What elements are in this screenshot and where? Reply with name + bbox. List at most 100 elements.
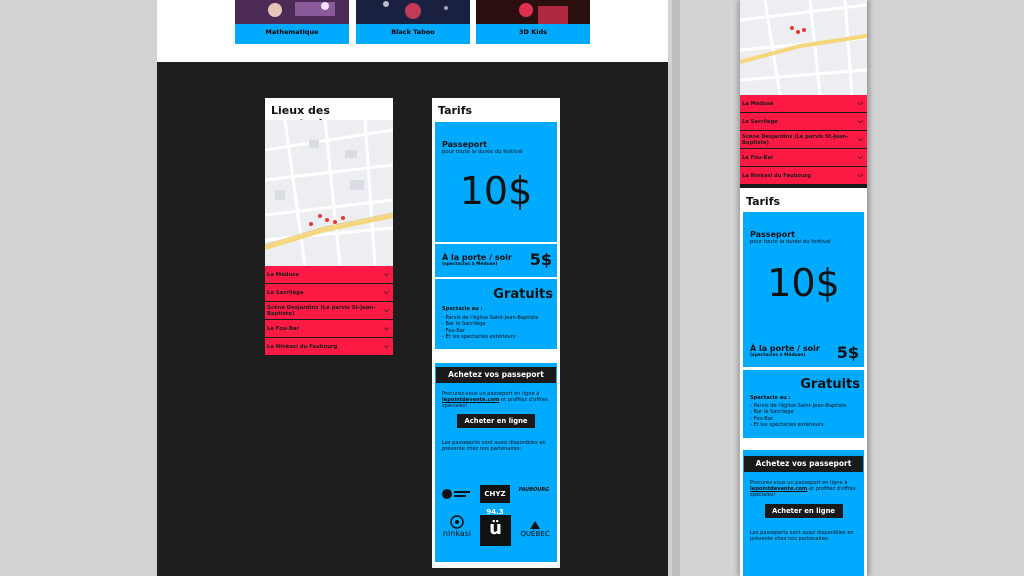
chevron-down-icon: ⌵ bbox=[383, 270, 389, 278]
free-list: - Parvis de l'église Saint-Jean-Baptiste… bbox=[442, 315, 553, 340]
chevron-down-icon: ⌵ bbox=[383, 324, 389, 332]
door-box: À la porte / soir (spectacles à Méduse) … bbox=[435, 244, 557, 277]
artist-name: 3D Kids bbox=[476, 24, 590, 44]
artist-photo bbox=[476, 0, 590, 24]
venue-label: La Ninkasi du Faubourg bbox=[267, 343, 338, 350]
artist-name: Black Taboo bbox=[356, 24, 470, 44]
page-shadow bbox=[672, 0, 680, 576]
door-price: 5$ bbox=[836, 343, 859, 362]
partner-name: ninkasi bbox=[442, 529, 472, 538]
venue-item[interactable]: Le Sacrilège ⌵ bbox=[265, 284, 393, 302]
tarifs-title: Tarifs bbox=[746, 195, 781, 208]
section-divider bbox=[740, 185, 867, 188]
venue-label: Le Fou-Bar bbox=[267, 325, 300, 332]
venue-label: La Méduse bbox=[267, 271, 299, 278]
venue-label: Le Sacrilège bbox=[742, 118, 778, 125]
venues-title: Lieux des spectacles bbox=[271, 104, 336, 130]
buy-title: Achetez vos passeport bbox=[744, 456, 863, 472]
partner-logo[interactable]: ü bbox=[480, 515, 511, 546]
chevron-down-icon: ⌵ bbox=[857, 99, 863, 107]
venue-label: Le Sacrilège bbox=[267, 289, 304, 296]
buy-online-button[interactable]: Acheter en ligne bbox=[457, 413, 535, 428]
partners-text: Les passeports sont aussi disponibles en… bbox=[750, 529, 854, 542]
info-section bbox=[157, 62, 668, 576]
artists-section: Mathematique Black Taboo 3D Kids bbox=[157, 0, 668, 62]
tarifs-title: Tarifs bbox=[438, 104, 473, 117]
venue-label: Le Fou-Bar bbox=[742, 154, 774, 161]
chevron-down-icon: ⌵ bbox=[857, 153, 863, 161]
passport-price: 10$ bbox=[459, 169, 533, 213]
mobile-preview: La Méduse ⌵ Le Sacrilège ⌵ Scène Desjardin… bbox=[740, 0, 867, 576]
venues-card: Lieux des spectacles bbox=[265, 98, 393, 356]
passport-subtitle: pour toute la durée du festival bbox=[442, 149, 523, 155]
free-list: - Parvis de l'église Saint-Jean-Baptiste… bbox=[750, 403, 860, 428]
venue-item[interactable]: Le Fou-Bar ⌵ bbox=[265, 320, 393, 338]
door-price: 5$ bbox=[529, 250, 552, 269]
buy-text-1: Procurez-vous un passeport en ligne à bbox=[442, 391, 540, 397]
venue-label: Scène Desjardins (Le parvis St-Jean-Bapt… bbox=[742, 133, 849, 146]
buy-text: Procurez-vous un passeport en ligne à le… bbox=[435, 383, 557, 410]
buy-text-1: Procurez-vous un passeport en ligne à bbox=[750, 480, 848, 486]
chevron-down-icon: ⌵ bbox=[857, 135, 863, 143]
buy-box: Achetez vos passeport Procurez-vous un p… bbox=[743, 450, 864, 576]
chevron-down-icon: ⌵ bbox=[857, 117, 863, 125]
chevron-down-icon: ⌵ bbox=[383, 288, 389, 296]
buy-text: Procurez-vous un passeport en ligne à le… bbox=[743, 472, 864, 499]
passport-title: Passeport bbox=[442, 140, 487, 149]
chevron-down-icon: ⌵ bbox=[383, 306, 389, 314]
buy-online-button[interactable]: Acheter en ligne bbox=[764, 503, 843, 518]
tarifs-card: Tarifs Passeport pour toute la durée du … bbox=[740, 190, 867, 576]
venues-map[interactable] bbox=[740, 0, 867, 95]
artist-card[interactable]: 3D Kids bbox=[476, 0, 590, 44]
passport-box: Passeport pour toute la durée du festiva… bbox=[435, 122, 557, 242]
buy-box: Achetez vos passeport Procurez-vous un p… bbox=[435, 363, 557, 562]
venue-label: Scène Desjardins (Le parvis St-Jean-Bapt… bbox=[267, 304, 376, 317]
venue-label: La Méduse bbox=[742, 100, 774, 107]
partner-logo[interactable] bbox=[441, 486, 471, 502]
map-graphic bbox=[265, 120, 393, 266]
free-intro: Spectacle au : bbox=[750, 395, 791, 401]
passport-subtitle: pour toute la durée du festival bbox=[750, 239, 831, 245]
artist-photo bbox=[356, 0, 470, 24]
partner-name: QUÉBEC bbox=[520, 530, 550, 538]
artist-photo bbox=[235, 0, 349, 24]
venue-item[interactable]: Le Fou-Bar ⌵ bbox=[740, 149, 867, 167]
free-intro: Spectacle au : bbox=[442, 306, 483, 312]
buy-title: Achetez vos passeport bbox=[436, 367, 556, 383]
quebec-logo-icon bbox=[530, 521, 540, 529]
free-item: - Et les spectacles extérieurs bbox=[750, 421, 824, 428]
passport-box: Passeport pour toute la durée du festiva… bbox=[743, 212, 864, 345]
free-box: Gratuits Spectacle au : - Parvis de l'ég… bbox=[435, 279, 557, 349]
free-title: Gratuits bbox=[800, 377, 860, 392]
free-title: Gratuits bbox=[493, 287, 553, 302]
partner-logo[interactable]: CHYZ 94.3 bbox=[480, 485, 510, 516]
partner-logo[interactable]: QUÉBEC bbox=[517, 520, 553, 538]
venues-map[interactable] bbox=[265, 120, 393, 266]
free-item: - Et les spectacles extérieurs bbox=[442, 333, 516, 340]
venue-item[interactable]: La Ninkasi du Faubourg ⌵ bbox=[265, 338, 393, 356]
free-box: Gratuits Spectacle au : - Parvis de l'ég… bbox=[743, 370, 864, 438]
ninkasi-logo-icon bbox=[450, 515, 464, 529]
tarifs-card: Tarifs Passeport pour toute la durée du … bbox=[432, 98, 560, 568]
passport-price: 10$ bbox=[767, 261, 840, 305]
partner-logo[interactable]: FAUBOURG bbox=[517, 487, 551, 493]
chevron-down-icon: ⌵ bbox=[383, 342, 389, 350]
venue-label: La Ninkasi du Faubourg bbox=[742, 172, 811, 179]
venue-item[interactable]: Le Sacrilège ⌵ bbox=[740, 113, 867, 131]
chevron-down-icon: ⌵ bbox=[857, 171, 863, 179]
map-graphic bbox=[740, 0, 867, 95]
venue-item[interactable]: La Méduse ⌵ bbox=[265, 266, 393, 284]
artist-name: Mathematique bbox=[235, 24, 349, 44]
venue-item[interactable]: Scène Desjardins (Le parvis St-Jean-Bapt… bbox=[265, 302, 393, 320]
artist-card[interactable]: Black Taboo bbox=[356, 0, 470, 44]
artist-card[interactable]: Mathematique bbox=[235, 0, 349, 44]
partners-text: Les passeports sont aussi disponibles en… bbox=[442, 439, 546, 452]
festival-page: Mathematique Black Taboo 3D Kids Lieux d… bbox=[157, 0, 668, 576]
partner-logo-graphic bbox=[442, 489, 470, 499]
venue-item[interactable]: La Ninkasi du Faubourg ⌵ bbox=[740, 167, 867, 185]
venue-item[interactable]: La Méduse ⌵ bbox=[740, 95, 867, 113]
venue-list: La Méduse ⌵ Le Sacrilège ⌵ Scène Desjardin… bbox=[740, 95, 867, 185]
venue-item[interactable]: Scène Desjardins (Le parvis St-Jean-Bapt… bbox=[740, 131, 867, 149]
door-box: À la porte / soir (spectacles à Méduse) … bbox=[743, 337, 864, 367]
partner-logo[interactable]: ninkasi bbox=[440, 515, 474, 538]
